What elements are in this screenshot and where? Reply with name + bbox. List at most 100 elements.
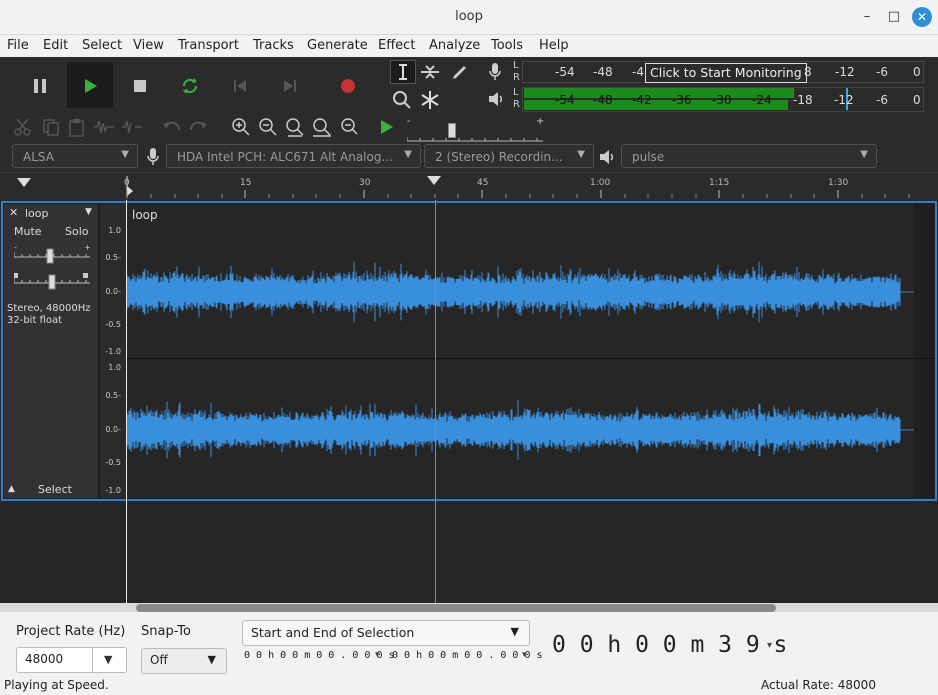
scale-label: 0.0-: [105, 425, 121, 434]
play-left-label: L: [513, 87, 519, 98]
gain-slider-icon: - +: [13, 243, 91, 264]
minimize-button[interactable]: –: [857, 7, 877, 27]
undo-icon: [163, 121, 180, 131]
redo-icon: [190, 121, 207, 131]
menu-effect[interactable]: Effect: [378, 38, 415, 53]
menu-help[interactable]: Help: [539, 38, 569, 53]
track-info-format: Stereo, 48000Hz: [7, 303, 91, 314]
menu-file[interactable]: File: [7, 38, 29, 53]
multi-tool-button[interactable]: [418, 88, 442, 112]
track-menu-chevron-icon[interactable]: ▼: [85, 207, 92, 217]
chevron-down-icon[interactable]: ▼: [104, 653, 112, 666]
play-speed-thumb[interactable]: [448, 123, 456, 138]
solo-button[interactable]: Solo: [65, 225, 89, 238]
envelope-icon: [421, 65, 439, 79]
zoom-in-button[interactable]: [230, 116, 252, 138]
skip-to-end-button[interactable]: [278, 74, 302, 98]
play-scale-label: -54: [555, 93, 575, 107]
redo-button[interactable]: [188, 116, 210, 138]
ruler-label: 1:00: [590, 178, 611, 188]
selection-tool-button[interactable]: [390, 60, 416, 84]
silence-button[interactable]: [120, 116, 144, 138]
record-button[interactable]: [336, 74, 360, 98]
play-scale-label: 0: [913, 93, 921, 107]
maximize-button[interactable]: □: [884, 7, 904, 27]
close-button[interactable]: ✕: [912, 7, 932, 27]
skip-to-start-button[interactable]: [228, 74, 252, 98]
chevron-down-icon[interactable]: ▾: [767, 640, 772, 651]
envelope-tool-button[interactable]: [418, 60, 442, 84]
playback-meter-button[interactable]: [487, 88, 505, 110]
zoom-tool-button[interactable]: [390, 88, 414, 112]
ruler-label: 45: [477, 178, 489, 188]
snap-to-value: Off: [150, 653, 168, 667]
window-title: loop: [455, 9, 483, 24]
menu-edit[interactable]: Edit: [43, 38, 68, 53]
ruler-label: 30: [359, 178, 371, 188]
pause-button[interactable]: [28, 74, 52, 98]
speaker-icon: [600, 150, 614, 164]
status-message: Playing at Speed.: [4, 678, 109, 692]
scale-label: -0.5: [105, 458, 121, 467]
mute-button[interactable]: Mute: [14, 225, 42, 238]
microphone-icon: [489, 63, 501, 80]
menu-tracks[interactable]: Tracks: [253, 38, 294, 53]
slider-track-icon: [406, 137, 543, 142]
track-name[interactable]: loop: [25, 207, 49, 220]
stop-button[interactable]: [128, 74, 152, 98]
zoom-selection-icon: [286, 118, 304, 137]
audio-position-time[interactable]: 0 0 h 0 0 m 3 9 s: [552, 632, 787, 658]
monitoring-tooltip[interactable]: Click to Start Monitoring: [645, 63, 807, 83]
zoom-toggle-button[interactable]: [338, 116, 360, 138]
chevron-down-icon[interactable]: ▾: [375, 650, 380, 660]
recording-channels-value: 2 (Stereo) Recordin...: [435, 150, 563, 164]
recording-channels-select[interactable]: 2 (Stereo) Recordin... ▼: [424, 144, 594, 168]
zoom-out-button[interactable]: [257, 116, 279, 138]
menu-view[interactable]: View: [133, 38, 164, 53]
ruler-label: 15: [240, 178, 252, 188]
track-select-button[interactable]: Select: [38, 483, 72, 496]
menu-transport[interactable]: Transport: [178, 38, 239, 53]
rec-scale-label: -6: [876, 65, 888, 79]
collapse-track-icon[interactable]: ▲: [8, 484, 15, 494]
cut-button[interactable]: [12, 116, 34, 138]
trim-button[interactable]: [92, 116, 116, 138]
host-select[interactable]: ALSA ▼: [12, 144, 138, 168]
trim-audio-icon: [94, 120, 114, 134]
record-meter-button[interactable]: [487, 61, 503, 83]
draw-tool-button[interactable]: [448, 60, 472, 84]
rec-scale-label: -12: [835, 65, 855, 79]
fit-selection-button[interactable]: [284, 116, 306, 138]
gain-slider[interactable]: - +: [13, 243, 91, 264]
chevron-down-icon: ▼: [121, 149, 129, 160]
play-button[interactable]: [67, 62, 113, 108]
play-speed-slider[interactable]: [406, 128, 543, 142]
recording-device-select[interactable]: HDA Intel PCH: ALC671 Alt Analog... ▼: [166, 144, 421, 168]
menu-tools[interactable]: Tools: [491, 38, 523, 53]
horizontal-scroll-thumb[interactable]: [136, 604, 776, 612]
menu-select[interactable]: Select: [82, 38, 122, 53]
ruler-label: 1:15: [709, 178, 730, 188]
loop-button[interactable]: [178, 74, 202, 98]
chevron-down-icon[interactable]: ▾: [522, 650, 527, 660]
selection-end-time[interactable]: 0 0 h 0 0 m 0 0 . 0 0 0 s: [392, 650, 543, 661]
fit-project-button[interactable]: [311, 116, 333, 138]
play-icon: [85, 79, 97, 93]
selection-start-time[interactable]: 0 0 h 0 0 m 0 0 . 0 0 0 s: [244, 650, 395, 661]
menu-analyze[interactable]: Analyze: [429, 38, 480, 53]
scale-label: -0.5: [105, 320, 121, 329]
track-close-button[interactable]: ✕: [9, 206, 18, 219]
copy-button[interactable]: [40, 116, 62, 138]
snap-to-select[interactable]: Off ▼: [141, 648, 227, 674]
asterisk-icon: [421, 91, 439, 109]
selection-mode-select[interactable]: Start and End of Selection ▼: [242, 620, 530, 646]
pan-slider[interactable]: [13, 270, 90, 290]
playback-device-select[interactable]: pulse ▼: [621, 144, 877, 168]
menu-generate[interactable]: Generate: [307, 38, 368, 53]
paste-button[interactable]: [66, 116, 88, 138]
undo-button[interactable]: [160, 116, 182, 138]
play-at-speed-button[interactable]: [377, 117, 399, 137]
play-scale-label: -24: [752, 93, 772, 107]
speaker-icon: [489, 92, 503, 106]
project-rate-label: Project Rate (Hz): [16, 624, 126, 639]
